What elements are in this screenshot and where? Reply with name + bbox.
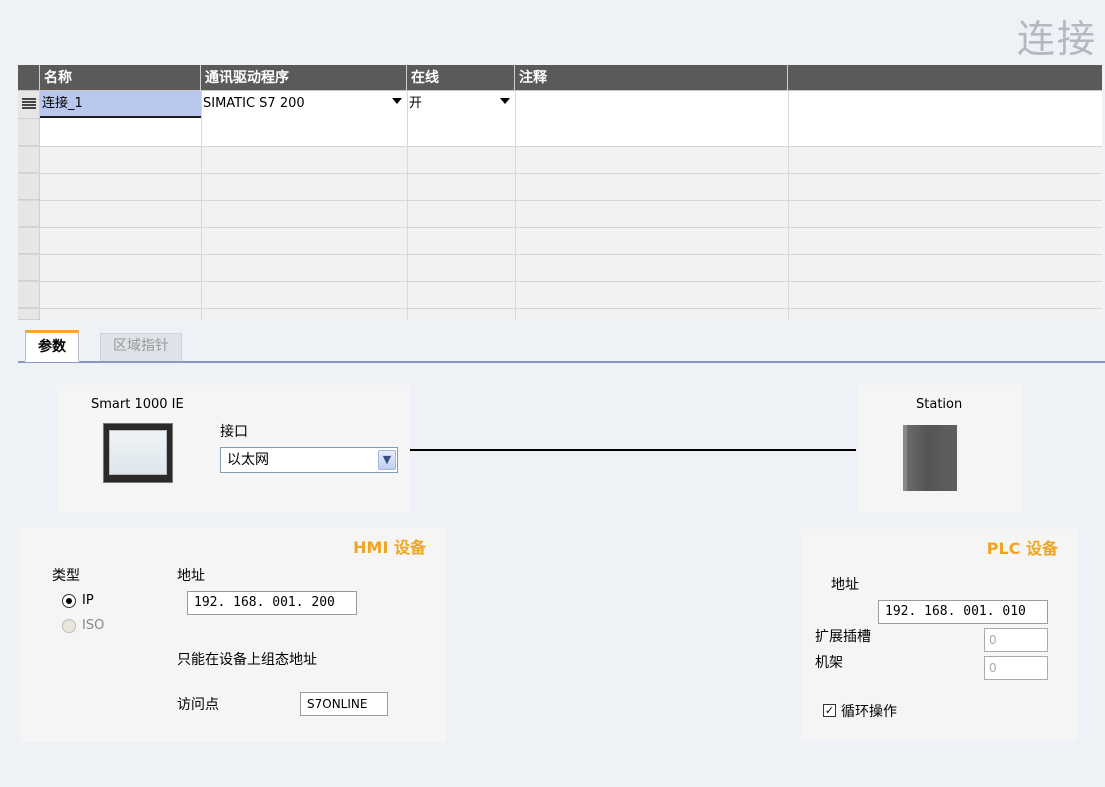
hmi-panel-icon [103, 423, 173, 483]
column-header-online[interactable]: 在线 [407, 65, 515, 91]
row-selector[interactable] [18, 227, 40, 254]
table-row-empty[interactable] [40, 119, 1102, 146]
cyclic-operation-checkbox[interactable]: ✓ [823, 704, 836, 717]
hmi-device-box: Smart 1000 IE 接口 以太网 ▼ [57, 385, 410, 513]
access-point-field[interactable]: S7ONLINE [300, 692, 388, 716]
plc-address-label: 地址 [831, 577, 859, 593]
row-selector[interactable] [18, 173, 40, 200]
cell-driver[interactable]: SIMATIC S7 200 [201, 91, 407, 118]
column-header-comment[interactable]: 注释 [515, 65, 788, 91]
table-row[interactable]: 连接_1 SIMATIC S7 200 开 [40, 91, 1102, 119]
row-selector[interactable] [18, 146, 40, 173]
radio-ip-label: IP [82, 593, 94, 608]
interface-select-value: 以太网 [227, 452, 269, 468]
hmi-device-name: Smart 1000 IE [91, 397, 184, 412]
address-label: 地址 [177, 568, 205, 584]
plc-panel-title: PLC 设备 [986, 539, 1058, 558]
expansion-slot-field[interactable]: 0 [984, 628, 1048, 652]
page-title: 连接 [1016, 17, 1097, 61]
row-selector[interactable] [18, 281, 40, 308]
radio-iso-label: ISO [82, 618, 105, 633]
table-corner [18, 65, 40, 91]
column-header-name[interactable]: 名称 [40, 65, 201, 91]
plc-settings-panel: PLC 设备 地址 192. 168. 001. 010 扩展插槽 0 机架 0… [801, 529, 1078, 741]
tab-bar: 参数 区域指针 [18, 330, 1105, 363]
radio-ip[interactable] [62, 594, 76, 608]
hmi-panel-title: HMI 设备 [353, 538, 426, 557]
row-selector[interactable] [18, 254, 40, 281]
row-handle-icon [22, 98, 36, 110]
chevron-down-icon[interactable]: ▼ [378, 450, 396, 470]
rack-label: 机架 [815, 655, 843, 671]
radio-iso[interactable] [62, 619, 76, 633]
column-header-driver[interactable]: 通讯驱动程序 [201, 65, 407, 91]
driver-dropdown-icon[interactable] [392, 98, 402, 104]
access-point-label: 访问点 [177, 697, 219, 713]
row-selector[interactable] [18, 308, 40, 320]
column-header-empty [788, 65, 1102, 91]
cell-comment[interactable] [515, 91, 788, 118]
type-label: 类型 [52, 568, 80, 584]
cell-online[interactable]: 开 [407, 91, 515, 118]
hmi-settings-panel: HMI 设备 类型 IP ISO 地址 192. 168. 001. 200 只… [20, 527, 446, 742]
connections-table: 名称 通讯驱动程序 在线 注释 连接_1 SIMATIC S7 200 开 [18, 65, 1102, 320]
plc-device-box: Station [858, 385, 1022, 513]
hmi-address-field[interactable]: 192. 168. 001. 200 [187, 591, 357, 615]
tab-parameters[interactable]: 参数 [25, 330, 79, 362]
hmi-note: 只能在设备上组态地址 [177, 652, 317, 668]
row-selector[interactable] [18, 200, 40, 227]
plc-address-field[interactable]: 192. 168. 001. 010 [878, 600, 1048, 624]
cell-name[interactable]: 连接_1 [40, 91, 201, 118]
tab-area-pointers[interactable]: 区域指针 [100, 333, 182, 361]
interface-label: 接口 [220, 424, 248, 440]
cell-driver-value: SIMATIC S7 200 [203, 96, 305, 111]
plc-device-name: Station [916, 397, 963, 412]
interface-select[interactable]: 以太网 ▼ [220, 447, 398, 473]
connection-line [410, 449, 856, 451]
row-selector[interactable] [18, 119, 40, 146]
cyclic-operation-label: 循环操作 [841, 704, 897, 720]
expansion-slot-label: 扩展插槽 [815, 629, 871, 645]
online-dropdown-icon[interactable] [500, 98, 510, 104]
plc-module-icon [903, 425, 957, 491]
cell-online-value: 开 [409, 96, 423, 111]
rack-field[interactable]: 0 [984, 656, 1048, 680]
